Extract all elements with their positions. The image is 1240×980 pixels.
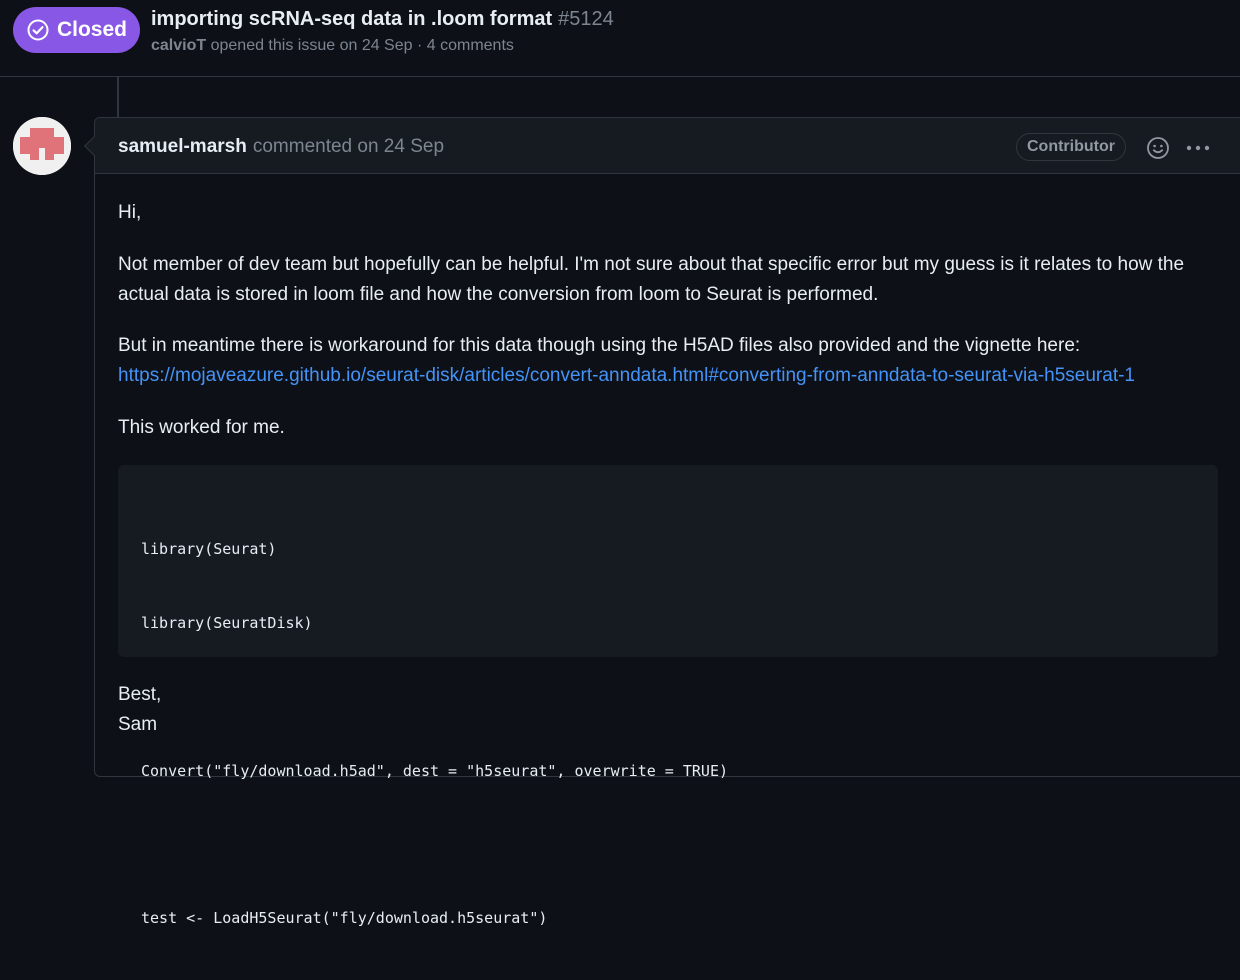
issue-meta: calvioT opened this issue on 24 Sep · 4 … [151,35,514,57]
issue-title: importing scRNA-seq data in .loom format [151,8,553,30]
issue-meta-text: opened this issue on 24 Sep · 4 comments [210,37,514,54]
comment-paragraph-3: This worked for me. [118,417,285,438]
comment-author-line: samuel-marsh commented on 24 Sep [118,135,444,159]
comment-paragraph-2-text: But in meantime there is workaround for … [118,335,1081,356]
comment-author-link[interactable]: samuel-marsh [118,136,247,157]
issue-closed-icon [27,19,49,41]
kebab-horizontal-icon [1186,145,1210,151]
code-line: Convert("fly/download.h5ad", dest = "h5s… [141,761,728,780]
sign-off-line-1: Best, [118,684,162,705]
comment-paragraph-2: But in meantime there is workaround for … [118,331,1228,391]
code-line: test <- LoadH5Seurat("fly/download.h5seu… [141,909,548,928]
code-block: library(Seurat) library(SeuratDisk) Conv… [118,465,1218,927]
code-line: library(Seurat) [141,540,277,559]
comment-timestamp[interactable]: commented on 24 Sep [253,136,444,157]
vignette-link[interactable]: https://mojaveazure.github.io/seurat-dis… [118,365,1135,386]
issue-author-link[interactable]: calvioT [151,37,206,54]
issue-number: #5124 [558,8,614,30]
comment-greeting: Hi, [118,202,142,223]
comment-sign-off: Best, Sam [118,680,161,740]
issue-state-label: Closed [56,18,127,41]
issue-header: Closed importing scRNA-seq data in .loom… [0,0,1240,77]
sign-off-line-2: Sam [118,714,158,735]
comment-paragraph-1: Not member of dev team but hopefully can… [118,254,1185,305]
code-line: library(SeuratDisk) [141,613,313,632]
timeline-line [117,77,119,117]
comment-options-button[interactable] [1183,135,1213,161]
issue-title-row: importing scRNA-seq data in .loom format… [151,6,614,32]
identicon-avatar-icon [13,117,71,175]
comment-box: samuel-marsh commented on 24 Sep Contribu… [94,117,1240,927]
comment-header: samuel-marsh commented on 24 Sep Contribu… [95,118,1240,174]
contributor-badge: Contributor [1016,133,1126,161]
issue-state-badge: Closed [13,7,140,53]
smiley-icon [1147,137,1169,159]
avatar[interactable] [13,117,71,175]
add-reaction-button[interactable] [1145,135,1171,161]
